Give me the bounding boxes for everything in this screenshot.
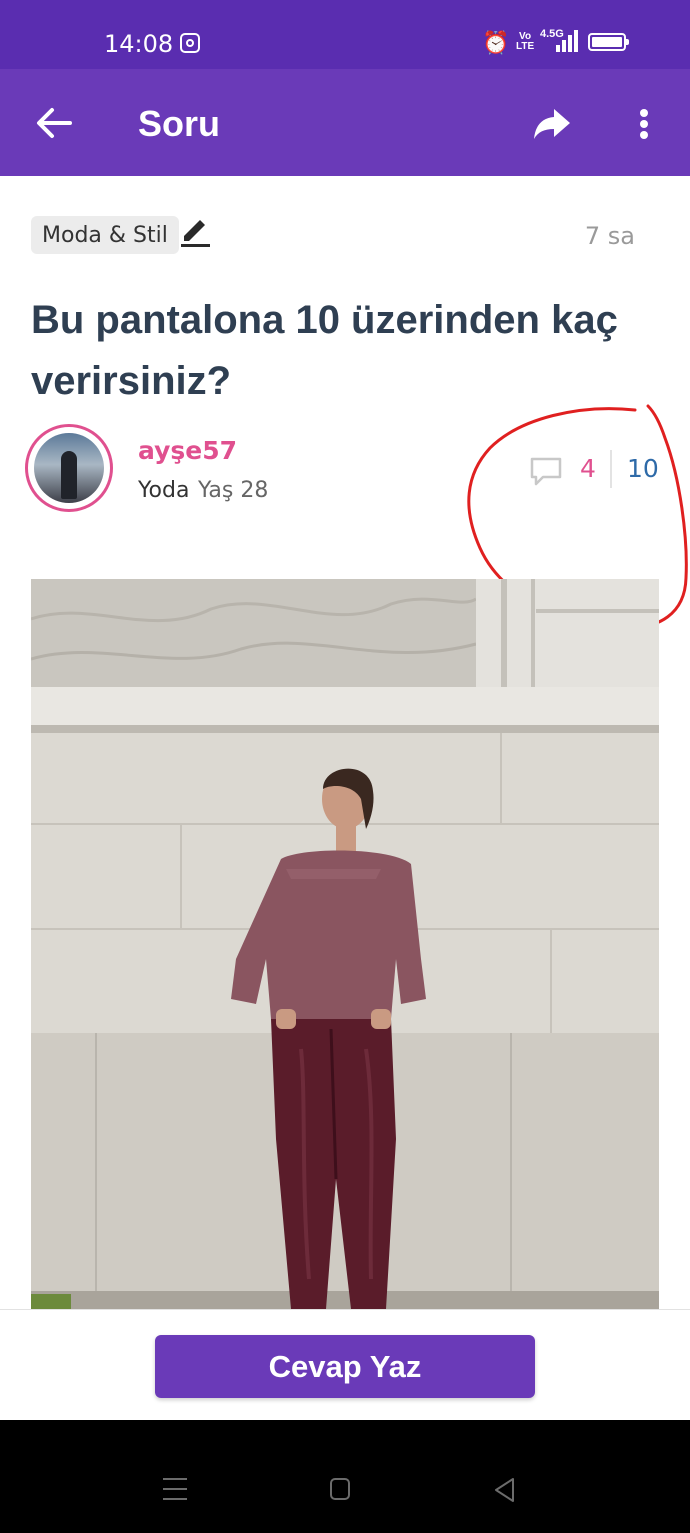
share-button[interactable] — [528, 99, 576, 147]
status-time: 14:08 — [104, 30, 174, 58]
signal-bars-icon — [556, 30, 580, 52]
question-title: Bu pantalona 10 üzerinden kaç verirsiniz… — [31, 298, 618, 403]
battery-icon — [588, 33, 629, 51]
more-options-button[interactable] — [628, 99, 660, 147]
category-tag[interactable]: Moda & Stil — [31, 216, 179, 254]
answer-button[interactable]: Cevap Yaz — [155, 1335, 535, 1398]
user-age: Yaş 28 — [198, 478, 269, 503]
post-time: 7 sa — [584, 222, 635, 250]
user-rank: Yoda — [138, 478, 190, 503]
page-title: Soru — [138, 103, 221, 144]
app-bar: Soru — [0, 69, 690, 176]
triangle-back-icon — [495, 1478, 514, 1502]
avatar-image — [34, 433, 104, 503]
recent-apps-button[interactable] — [163, 1478, 187, 1500]
edit-button[interactable] — [178, 212, 212, 248]
post-image[interactable] — [31, 579, 659, 1309]
home-button[interactable] — [330, 1478, 350, 1500]
username[interactable]: ayşe57 — [138, 436, 237, 465]
alarm-icon: ⏰ — [482, 30, 510, 55]
instagram-notification-icon — [180, 33, 200, 53]
arrow-left-icon — [37, 108, 72, 138]
back-button[interactable] — [30, 99, 78, 147]
pencil-icon — [181, 220, 210, 247]
share-icon — [534, 109, 570, 139]
system-back-button[interactable] — [493, 1477, 517, 1503]
volte-indicator: Vo LTE — [516, 31, 535, 52]
status-bar: 14:08 ⏰ Vo LTE 4.5G — [0, 0, 690, 69]
bottom-action-panel: Cevap Yaz — [0, 1309, 690, 1421]
more-vertical-icon — [640, 109, 648, 117]
system-nav-bar — [0, 1420, 690, 1533]
avatar[interactable] — [25, 424, 113, 512]
